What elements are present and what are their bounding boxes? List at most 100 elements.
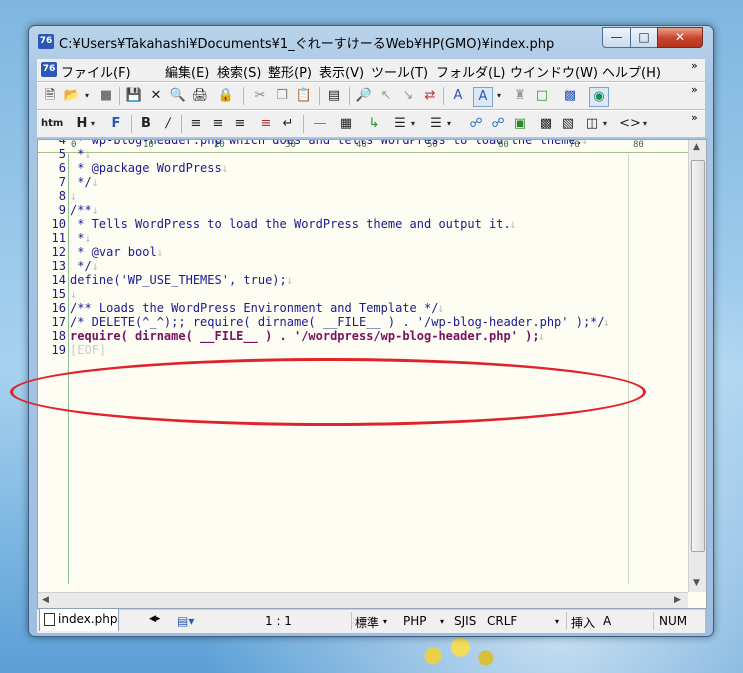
menu-edit[interactable]: 編集(E) — [165, 62, 209, 81]
scroll-right-icon[interactable]: ▶ — [674, 595, 681, 605]
new-file-icon[interactable]: 🗎 — [41, 87, 59, 105]
code-line[interactable]: 17 /* DELETE(^_^);; require( dirname( __F… — [38, 315, 610, 329]
scroll-thumb[interactable] — [691, 160, 705, 552]
scroll-up-icon[interactable]: ▲ — [693, 142, 700, 152]
menu-file[interactable]: ファイル(F) — [61, 62, 131, 81]
html-tag-button[interactable]: htm — [41, 115, 63, 133]
line-ending-dropdown-icon[interactable]: ▾ — [555, 617, 559, 626]
code-line[interactable]: 19 [EOF] — [38, 343, 107, 357]
cut-icon[interactable]: ✕ — [147, 87, 165, 105]
align-center-icon[interactable]: ≡ — [209, 115, 227, 133]
align-left-icon[interactable]: ≡ — [187, 115, 205, 133]
menu-help[interactable]: ヘルプ(H) — [602, 62, 661, 81]
frame-icon[interactable]: ◫ — [583, 115, 601, 133]
list-icon[interactable]: ☰ — [391, 115, 409, 133]
code-line[interactable]: 7 */↓ — [38, 175, 99, 189]
bullet-list-icon[interactable]: ☰ — [427, 115, 445, 133]
menu-folder[interactable]: フォルダ(L) — [436, 62, 505, 81]
castle-icon[interactable]: ♜ — [511, 87, 529, 105]
scissors-icon[interactable]: ✂ — [251, 87, 269, 105]
maximize-button[interactable]: □ — [630, 27, 658, 48]
line-break-icon[interactable]: ↵ — [279, 115, 297, 133]
paste-icon[interactable]: 📋 — [295, 87, 313, 105]
print-icon[interactable]: 🖨 — [191, 87, 209, 105]
search-icon[interactable]: 🔎 — [355, 87, 373, 105]
code-line[interactable]: 11 * ↓ — [38, 231, 92, 245]
color-grid-icon[interactable]: ▩ — [537, 115, 555, 133]
image-icon[interactable]: ▣ — [511, 115, 529, 133]
spellcheck-dropdown-icon[interactable]: ▾ — [495, 87, 503, 105]
syntax-dropdown-icon[interactable]: ▾ — [440, 617, 444, 626]
tab-scroll-arrows-icon[interactable]: ◀▸ — [149, 614, 160, 624]
list-dropdown-icon[interactable]: ▾ — [409, 115, 417, 133]
table-icon[interactable]: ▦ — [337, 115, 355, 133]
code-line[interactable]: 6 * @package WordPress ↓ — [38, 161, 229, 175]
close-file-icon[interactable]: ■ — [97, 87, 115, 105]
align-right-icon[interactable]: ≡ — [231, 115, 249, 133]
print-preview-icon[interactable]: 🔍 — [169, 87, 187, 105]
syntax-selector[interactable]: PHP — [403, 614, 427, 628]
scroll-left-icon[interactable]: ◀ — [42, 595, 49, 605]
link-icon[interactable]: ☍ — [467, 115, 485, 133]
close-button[interactable]: ✕ — [657, 27, 703, 48]
open-folder-icon[interactable]: 📂 — [63, 87, 81, 105]
scroll-down-icon[interactable]: ▼ — [693, 578, 700, 588]
mode-selector[interactable]: 標準 — [355, 614, 379, 631]
menu-view[interactable]: 表示(V) — [319, 62, 364, 81]
heading-dropdown-icon[interactable]: ▾ — [89, 115, 97, 133]
bullet-list-dropdown-icon[interactable]: ▾ — [445, 115, 453, 133]
menu-format[interactable]: 整形(P) — [268, 62, 312, 81]
lock-icon[interactable]: 🔒 — [217, 87, 235, 105]
file-tab[interactable]: index.php — [39, 608, 119, 631]
open-dropdown-icon[interactable]: ▾ — [83, 87, 91, 105]
browser-icon[interactable]: ◉ — [589, 87, 609, 107]
code-line[interactable]: 10 * Tells WordPress to load the WordPre… — [38, 217, 517, 231]
frame-dropdown-icon[interactable]: ▾ — [601, 115, 609, 133]
search-prev-icon[interactable]: ↖ — [377, 87, 395, 105]
window-list-icon[interactable]: ▤ — [325, 87, 343, 105]
anchor-icon[interactable]: ↳ — [365, 115, 383, 133]
minimize-button[interactable]: — — [602, 27, 631, 48]
square-icon[interactable]: □ — [533, 87, 551, 105]
code-line[interactable]: 18 require( dirname( __FILE__ ) . '/wordp… — [38, 329, 546, 343]
paragraph-icon[interactable]: ≡ — [257, 115, 275, 133]
special-char-icon[interactable]: ▧ — [559, 115, 577, 133]
encoding-label[interactable]: SJIS — [454, 614, 476, 628]
toolbar-overflow-chevron-icon[interactable]: » — [691, 83, 698, 96]
highlight-icon[interactable]: A — [449, 87, 467, 105]
code-line[interactable]: 5 * ↓ — [38, 147, 92, 161]
compare-icon[interactable]: ▩ — [561, 87, 579, 105]
code-line[interactable]: 14 define('WP_USE_THEMES', true); ↓ — [38, 273, 294, 287]
horizontal-rule-icon[interactable]: — — [311, 115, 329, 133]
code-line[interactable]: 12 * @var bool ↓ — [38, 245, 164, 259]
tag-brackets-icon[interactable]: <> — [619, 115, 641, 133]
copy-icon[interactable]: ❐ — [273, 87, 291, 105]
mode-dropdown-icon[interactable]: ▾ — [383, 617, 387, 626]
search-next-icon[interactable]: ↘ — [399, 87, 417, 105]
code-line[interactable]: 8 ↓ — [38, 189, 77, 203]
menu-overflow-chevron-icon[interactable]: » — [691, 59, 698, 72]
bold-button[interactable]: B — [137, 115, 155, 133]
menu-window[interactable]: ウインドウ(W) — [510, 62, 598, 81]
line-ending-label[interactable]: CRLF — [487, 614, 517, 628]
code-line[interactable]: 9 /** ↓ — [38, 203, 99, 217]
tab-list-icon[interactable]: ▤▾ — [177, 614, 194, 628]
title-bar[interactable]: 76 C:¥Users¥Takahashi¥Documents¥1_ぐれーすけー… — [29, 26, 713, 56]
menu-search[interactable]: 検索(S) — [217, 62, 261, 81]
menu-tools[interactable]: ツール(T) — [371, 62, 428, 81]
italic-icon[interactable]: ∕ — [159, 115, 177, 133]
vertical-scrollbar[interactable]: ▲ ▼ — [688, 140, 706, 592]
code-line[interactable]: 15 ↓ — [38, 287, 78, 301]
code-line[interactable]: 13 */↓ — [38, 259, 99, 273]
menu-app-icon[interactable]: 76 — [41, 62, 57, 77]
unlink-icon[interactable]: ☍ — [489, 115, 507, 133]
spellcheck-icon[interactable]: A — [473, 87, 493, 107]
code-line[interactable]: 16 /** Loads the WordPress Environment an… — [38, 301, 445, 315]
html-toolbar-overflow-chevron-icon[interactable]: » — [691, 111, 698, 124]
save-icon[interactable]: 💾 — [125, 87, 143, 105]
code-line[interactable]: 4 * wp-blog-header.php which does and te… — [38, 140, 589, 147]
horizontal-scrollbar[interactable]: ◀ ▶ — [38, 592, 688, 608]
font-button[interactable]: F — [107, 115, 125, 133]
tag-dropdown-icon[interactable]: ▾ — [641, 115, 649, 133]
replace-icon[interactable]: ⇄ — [421, 87, 439, 105]
